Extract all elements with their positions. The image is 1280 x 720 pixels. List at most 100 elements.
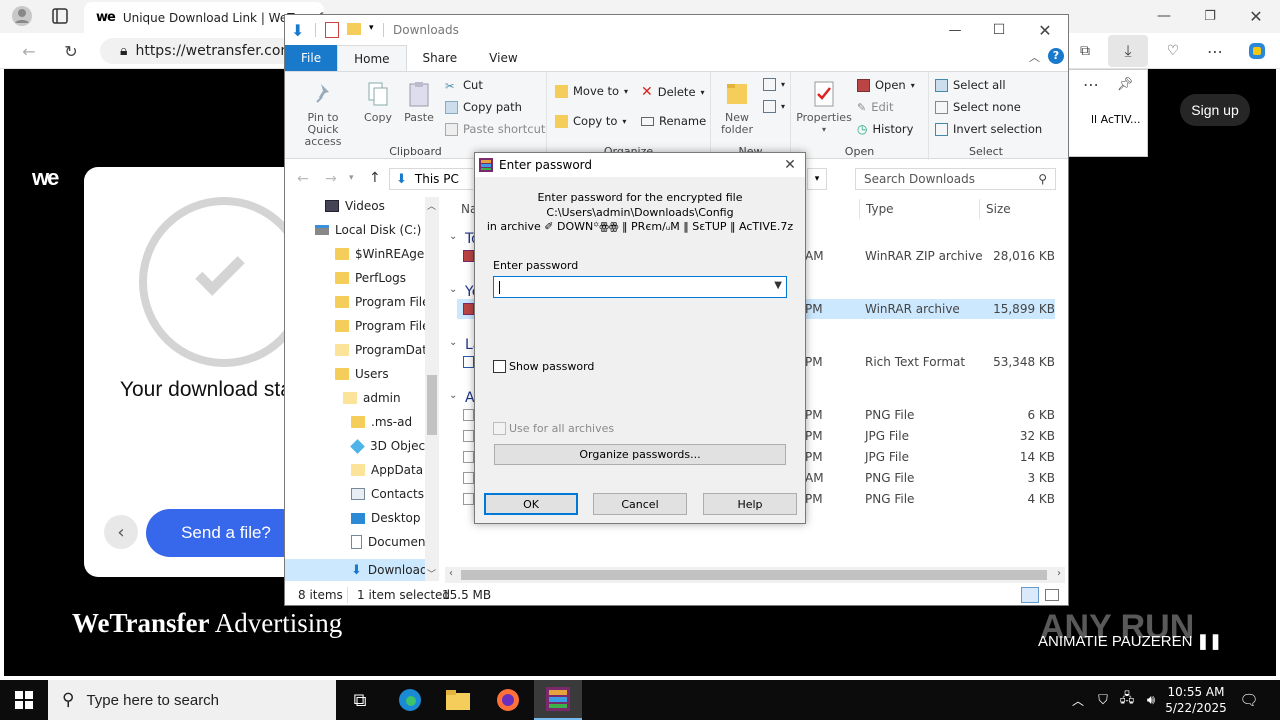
- sign-up-button[interactable]: Sign up: [1180, 94, 1250, 126]
- tab-view[interactable]: View: [473, 45, 533, 71]
- tree-item[interactable]: .ms-ad: [351, 415, 412, 429]
- profile-icon[interactable]: [8, 4, 36, 28]
- tree-scroll-thumb[interactable]: [427, 375, 437, 435]
- show-password-box[interactable]: [493, 360, 506, 373]
- column-type[interactable]: Type: [866, 202, 894, 216]
- column-size[interactable]: Size: [986, 202, 1011, 216]
- collections-icon[interactable]: ⧉: [1072, 38, 1098, 64]
- tree-item[interactable]: admin: [343, 391, 401, 405]
- invert-selection-button[interactable]: Invert selection: [935, 122, 1042, 136]
- search-input[interactable]: Search Downloads ⚲: [855, 168, 1056, 190]
- copy-to-button[interactable]: Copy to ▾: [555, 114, 626, 128]
- show-password-checkbox[interactable]: Show password: [493, 360, 594, 373]
- network-icon[interactable]: 🖧︎: [1116, 680, 1138, 720]
- select-all-button[interactable]: Select all: [935, 78, 1006, 92]
- tab-file[interactable]: File: [285, 45, 338, 71]
- scroll-left-icon[interactable]: ‹: [449, 568, 453, 579]
- tab-share[interactable]: Share: [407, 45, 474, 71]
- horizontal-scroll-thumb[interactable]: [461, 570, 1047, 580]
- tree-item[interactable]: Program Files: [335, 295, 436, 309]
- pin-icon[interactable]: 📌︎: [1113, 74, 1137, 94]
- collapse-ribbon-icon[interactable]: ︿: [1029, 49, 1040, 65]
- taskbar-search[interactable]: ⚲ Type here to search: [48, 680, 336, 720]
- table-row[interactable]: AM PNG File 3 KB: [805, 468, 1055, 488]
- edge-icon[interactable]: [386, 680, 434, 720]
- task-view-icon[interactable]: ⧉: [336, 680, 384, 720]
- security-icon[interactable]: ⛉: [1092, 680, 1114, 720]
- move-to-button[interactable]: Move to ▾: [555, 84, 628, 98]
- help-icon[interactable]: ?: [1048, 48, 1064, 64]
- file-explorer-icon[interactable]: [434, 680, 482, 720]
- tree-item[interactable]: $WinREAgent: [335, 247, 437, 261]
- winrar-taskbar-icon[interactable]: [534, 680, 582, 720]
- tree-item[interactable]: ProgramData: [335, 343, 434, 357]
- large-icons-view-icon[interactable]: [1045, 589, 1059, 601]
- table-row[interactable]: AM WinRAR ZIP archive 28,016 KB: [805, 246, 1055, 266]
- qat-dropdown-icon[interactable]: ▾: [369, 23, 374, 33]
- scroll-up-icon[interactable]: ︿: [427, 199, 436, 212]
- tree-item[interactable]: Videos: [325, 199, 385, 213]
- properties-button[interactable]: Properties ▾: [796, 80, 852, 136]
- new-folder-qat-icon[interactable]: [347, 23, 361, 35]
- browser-essentials-icon[interactable]: ♡: [1160, 38, 1186, 64]
- copy-path-button[interactable]: Copy path: [445, 100, 522, 114]
- tab-actions-icon[interactable]: [48, 5, 72, 27]
- more-icon[interactable]: ⋯: [1079, 74, 1103, 94]
- maximize-icon[interactable]: ☐: [989, 20, 1009, 40]
- details-view-icon[interactable]: [1021, 587, 1039, 603]
- copilot-icon[interactable]: [1244, 38, 1270, 64]
- previous-icon[interactable]: ‹: [104, 515, 138, 549]
- clock[interactable]: 10:55 AM 5/22/2025: [1156, 684, 1236, 716]
- ok-button[interactable]: OK: [484, 493, 578, 515]
- close-icon[interactable]: ✕: [781, 156, 799, 174]
- url-field[interactable]: 🔒︎ https://wetransfer.com: [100, 38, 300, 64]
- use-all-archives-box[interactable]: [493, 422, 506, 435]
- table-row[interactable]: PM Rich Text Format 53,348 KB: [805, 352, 1055, 372]
- start-icon[interactable]: [0, 680, 48, 720]
- tree-item[interactable]: AppData: [351, 463, 423, 477]
- tree-item[interactable]: Local Disk (C:): [315, 223, 421, 237]
- send-file-button[interactable]: Send a file?: [146, 509, 306, 557]
- up-icon[interactable]: ↑: [369, 170, 381, 186]
- group-collapse-icon[interactable]: ⌄: [449, 390, 457, 401]
- tree-item[interactable]: Documents: [351, 535, 436, 549]
- minimize-icon[interactable]: —: [945, 20, 965, 40]
- recent-dropdown-icon[interactable]: ▾: [349, 173, 354, 183]
- use-all-archives-checkbox[interactable]: Use for all archives: [493, 422, 614, 435]
- cancel-button[interactable]: Cancel: [593, 493, 687, 515]
- scroll-right-icon[interactable]: ›: [1057, 568, 1061, 579]
- paste-button[interactable]: Paste: [401, 80, 437, 124]
- download-item-name[interactable]: ll AcTIV...: [1091, 113, 1141, 126]
- table-row[interactable]: PM PNG File 4 KB: [805, 489, 1055, 509]
- pin-quick-access-button[interactable]: Pin to Quick access: [291, 80, 355, 148]
- wetransfer-logo[interactable]: we: [32, 165, 59, 191]
- new-item-button[interactable]: ▾: [763, 78, 785, 91]
- tree-item[interactable]: 3D Objects: [350, 438, 436, 454]
- paste-shortcut-button[interactable]: Paste shortcut: [445, 122, 545, 136]
- rename-button[interactable]: Rename: [641, 114, 706, 128]
- tree-item[interactable]: Users: [335, 367, 389, 381]
- pause-animation-button[interactable]: ANIMATIE PAUZEREN ❚❚: [1038, 632, 1222, 650]
- tree-item[interactable]: ⬇ Downloads: [285, 559, 434, 581]
- copy-button[interactable]: Copy: [361, 80, 395, 124]
- password-dropdown-icon[interactable]: ▼: [774, 280, 782, 291]
- tree-item[interactable]: Contacts: [351, 487, 424, 501]
- back-icon[interactable]: ←: [16, 38, 42, 64]
- tab-home[interactable]: Home: [337, 45, 407, 71]
- password-input[interactable]: ▼: [493, 276, 787, 298]
- edit-button[interactable]: ✎ Edit: [857, 100, 894, 114]
- group-collapse-icon[interactable]: ⌄: [449, 284, 457, 295]
- back-icon[interactable]: ←: [297, 171, 309, 187]
- history-button[interactable]: ◷ History: [857, 122, 913, 136]
- delete-button[interactable]: ✕ Delete ▾: [641, 84, 705, 100]
- address-dropdown-icon[interactable]: ▾: [807, 168, 827, 190]
- tree-item[interactable]: Program Files: [335, 319, 436, 333]
- table-row[interactable]: PM PNG File 6 KB: [805, 405, 1055, 425]
- show-hidden-icons-icon[interactable]: ︿: [1066, 680, 1090, 720]
- table-row[interactable]: PM WinRAR archive 15,899 KB: [805, 299, 1055, 319]
- tree-item[interactable]: Desktop: [351, 511, 421, 525]
- group-collapse-icon[interactable]: ⌄: [449, 337, 457, 348]
- cut-button[interactable]: ✂ Cut: [445, 78, 483, 93]
- scroll-down-icon[interactable]: ﹀: [427, 567, 436, 580]
- close-icon[interactable]: ✕: [1035, 20, 1055, 40]
